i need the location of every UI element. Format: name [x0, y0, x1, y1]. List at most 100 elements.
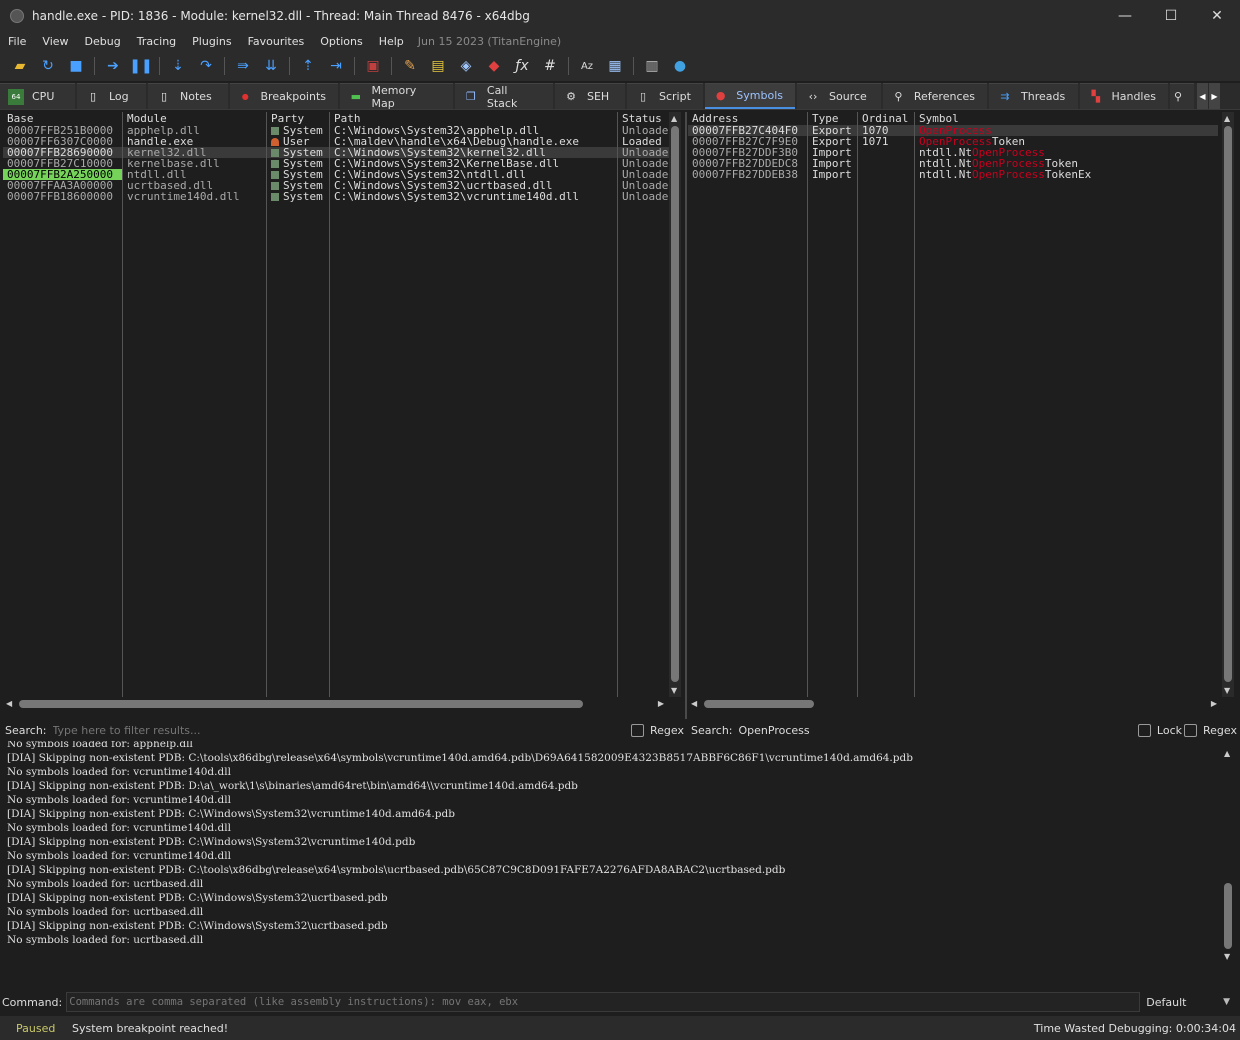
modules-regex-checkbox[interactable] [631, 723, 645, 737]
comment-icon[interactable]: ▤ [427, 55, 449, 77]
log-vertical-scroll-thumb[interactable] [1224, 883, 1232, 949]
menu-options[interactable]: Options [312, 35, 370, 48]
modules-table: Base Module Party Path Status 00007FFB25… [3, 112, 673, 202]
trace-tab-icon: ⚲ [1174, 90, 1183, 103]
pause-icon[interactable]: ❚❚ [129, 55, 152, 77]
table-row[interactable]: 00007FFB27DDEB38 Import ntdll.NtOpenProc… [688, 169, 1218, 180]
run-to-user-code-icon[interactable]: ⇥ [325, 55, 347, 77]
stop-icon[interactable]: ■ [65, 55, 87, 77]
chevron-down-icon[interactable]: ▼ [1223, 997, 1230, 1007]
tab-breakpoints[interactable]: ● Breakpoints [230, 83, 338, 109]
modules-vertical-scrollbar[interactable]: ▲ ▼ [669, 112, 681, 697]
command-input[interactable] [66, 992, 1141, 1012]
modules-horizontal-scroll-thumb[interactable] [19, 700, 583, 708]
memory-icon: ▬ [350, 90, 361, 103]
log-vertical-scrollbar[interactable]: ▲ ▼ [1222, 747, 1234, 963]
menu-file[interactable]: File [0, 35, 34, 48]
label-icon[interactable]: ◈ [455, 55, 477, 77]
run-icon[interactable]: ➔ [102, 55, 124, 77]
tab-scroll-right-button[interactable]: ▶ [1209, 83, 1220, 109]
close-button[interactable]: ✕ [1194, 0, 1240, 31]
symbols-icon: ● [715, 89, 726, 102]
command-label: Command: [2, 995, 63, 1009]
patch-icon[interactable]: ✎ [399, 55, 421, 77]
log-line: [DIA] Skipping non-existent PDB: C:\tool… [7, 864, 786, 876]
function-icon[interactable]: ƒx [511, 55, 533, 77]
symbols-regex-label: Regex [1203, 723, 1237, 737]
scylla-icon[interactable]: ▣ [362, 55, 384, 77]
symbols-regex-checkbox[interactable] [1184, 723, 1198, 737]
time-wasted: Time Wasted Debugging: 0:00:34:04 [1033, 1021, 1236, 1035]
open-icon[interactable]: ▰ [9, 55, 31, 77]
log-line: No symbols loaded for: vcruntime140d.dll [7, 850, 231, 862]
menu-favourites[interactable]: Favourites [240, 35, 313, 48]
help-globe-icon[interactable]: ● [669, 55, 691, 77]
modules-horizontal-scrollbar[interactable]: ◀ ▶ [3, 698, 667, 710]
tab-notes[interactable]: ▯ Notes [148, 83, 228, 109]
source-icon: ‹› [808, 90, 818, 103]
menu-debug[interactable]: Debug [77, 35, 129, 48]
step-into-icon[interactable]: ⇣ [167, 55, 189, 77]
callstack-icon: ❐ [466, 90, 476, 103]
references-icon: ⚲ [894, 90, 903, 103]
log-line: [DIA] Skipping non-existent PDB: C:\tool… [7, 752, 913, 764]
trace-over-icon[interactable]: ⇊ [260, 55, 282, 77]
modules-vertical-scroll-thumb[interactable] [671, 126, 679, 682]
log-line: [DIA] Skipping non-existent PDB: C:\Wind… [7, 920, 388, 932]
menu-help[interactable]: Help [371, 35, 412, 48]
handles-icon: ▚ [1091, 90, 1100, 103]
menu-tracing[interactable]: Tracing [129, 35, 184, 48]
execute-till-return-icon[interactable]: ⇡ [297, 55, 319, 77]
trace-into-icon[interactable]: ⇛ [232, 55, 254, 77]
tab-script[interactable]: ▯ Script [627, 83, 703, 109]
window-title: handle.exe - PID: 1836 - Module: kernel3… [32, 8, 530, 23]
tab-threads[interactable]: ⇉ Threads [989, 83, 1078, 109]
symbols-table: Address Type Ordinal Symbol 00007FFB27C4… [688, 112, 1218, 180]
bookmark-icon[interactable]: ◆ [483, 55, 505, 77]
hash-icon[interactable]: # [539, 55, 561, 77]
table-row[interactable]: 00007FFB18600000 vcruntime140d.dll Syste… [3, 191, 672, 202]
menu-plugins[interactable]: Plugins [184, 35, 239, 48]
status-bar: Paused System breakpoint reached! Time W… [0, 1016, 1240, 1040]
tab-symbols[interactable]: ● Symbols [705, 83, 795, 109]
tab-references[interactable]: ⚲ References [883, 83, 987, 109]
symbols-horizontal-scrollbar[interactable]: ◀ ▶ [688, 698, 1220, 710]
step-over-icon[interactable]: ↷ [195, 55, 217, 77]
log-line: [DIA] Skipping non-existent PDB: C:\Wind… [7, 808, 455, 820]
calculator-icon[interactable]: ▥ [641, 55, 663, 77]
lock-checkbox[interactable] [1137, 723, 1151, 737]
symbols-search-input[interactable] [736, 720, 1134, 740]
build-date: Jun 15 2023 (TitanEngine) [417, 34, 562, 48]
symbols-search-row: Search: Lock Regex [686, 719, 1240, 741]
symbols-horizontal-scroll-thumb[interactable] [704, 700, 814, 708]
maximize-button[interactable]: ☐ [1148, 0, 1194, 31]
strings-icon[interactable]: Az [576, 55, 598, 77]
system-monitor-icon [271, 171, 279, 179]
minimize-button[interactable]: — [1102, 0, 1148, 31]
tab-seh[interactable]: ⚙ SEH [555, 83, 625, 109]
tab-log[interactable]: ▯ Log [77, 83, 146, 109]
menu-view[interactable]: View [34, 35, 76, 48]
seh-icon: ⚙ [566, 90, 576, 103]
tab-scroll-left-button[interactable]: ◀ [1197, 83, 1208, 109]
toolbar: ▰ ↻ ■ ➔ ❚❚ ⇣ ↷ ⇛ ⇊ ⇡ ⇥ ▣ ✎ ▤ ◈ ◆ ƒx # Az… [0, 51, 1240, 81]
tab-handles[interactable]: ▚ Handles [1080, 83, 1168, 109]
calls-icon[interactable]: ▦ [604, 55, 626, 77]
menu-bar: File View Debug Tracing Plugins Favourit… [0, 31, 1240, 51]
restart-icon[interactable]: ↻ [37, 55, 59, 77]
command-mode-select[interactable]: Default [1146, 996, 1223, 1009]
modules-pane: Base Module Party Path Status 00007FFB25… [3, 112, 685, 712]
tab-memory-map[interactable]: ▬ Memory Map [340, 83, 453, 110]
system-monitor-icon [271, 160, 279, 168]
tab-source[interactable]: ‹› Source [797, 83, 881, 109]
module-base: 00007FFB18600000 [7, 190, 113, 203]
log-line: No symbols loaded for: ucrtbased.dll [7, 934, 204, 946]
log-line: No symbols loaded for: vcruntime140d.dll [7, 822, 231, 834]
tab-call-stack[interactable]: ❐ Call Stack [455, 83, 553, 110]
tab-more[interactable]: ⚲ [1170, 83, 1194, 109]
symbols-vertical-scroll-thumb[interactable] [1224, 126, 1232, 682]
lock-label: Lock [1156, 723, 1183, 737]
symbols-vertical-scrollbar[interactable]: ▲ ▼ [1222, 112, 1234, 697]
modules-search-input[interactable] [50, 720, 628, 740]
tab-cpu[interactable]: 64 CPU [0, 83, 75, 109]
